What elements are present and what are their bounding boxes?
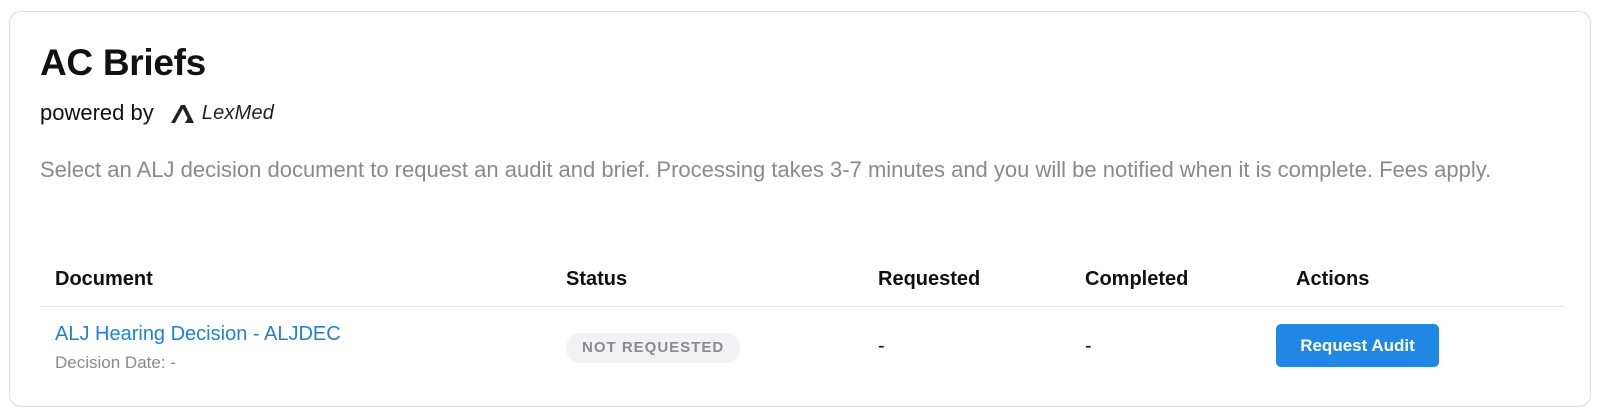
table-header: Document Status Requested Completed Acti…: [40, 256, 1564, 307]
powered-by: powered by LexMed: [40, 102, 274, 124]
document-link[interactable]: ALJ Hearing Decision - ALJDEC: [55, 323, 341, 346]
column-header-status: Status: [566, 268, 628, 290]
decision-date: Decision Date: -: [55, 353, 176, 372]
column-header-completed: Completed: [1085, 268, 1189, 290]
status-badge: NOT REQUESTED: [566, 333, 741, 363]
briefs-table: Document Status Requested Completed Acti…: [40, 256, 1564, 397]
requested-value: -: [878, 335, 885, 357]
lexmed-brand-name: LexMed: [201, 102, 275, 124]
column-header-document: Document: [55, 268, 153, 290]
column-header-requested: Requested: [878, 268, 981, 290]
completed-value: -: [1085, 335, 1092, 357]
request-audit-button[interactable]: Request Audit: [1276, 324, 1439, 367]
ac-briefs-card: AC Briefs powered by LexMed Select an AL…: [9, 11, 1591, 407]
page-title: AC Briefs: [40, 42, 206, 83]
column-header-actions: Actions: [1296, 268, 1370, 290]
lexmed-logo-icon: [170, 102, 200, 124]
powered-by-label: powered by: [40, 100, 154, 125]
table-row: ALJ Hearing Decision - ALJDEC Decision D…: [40, 307, 1564, 397]
page-description: Select an ALJ decision document to reque…: [40, 157, 1492, 182]
